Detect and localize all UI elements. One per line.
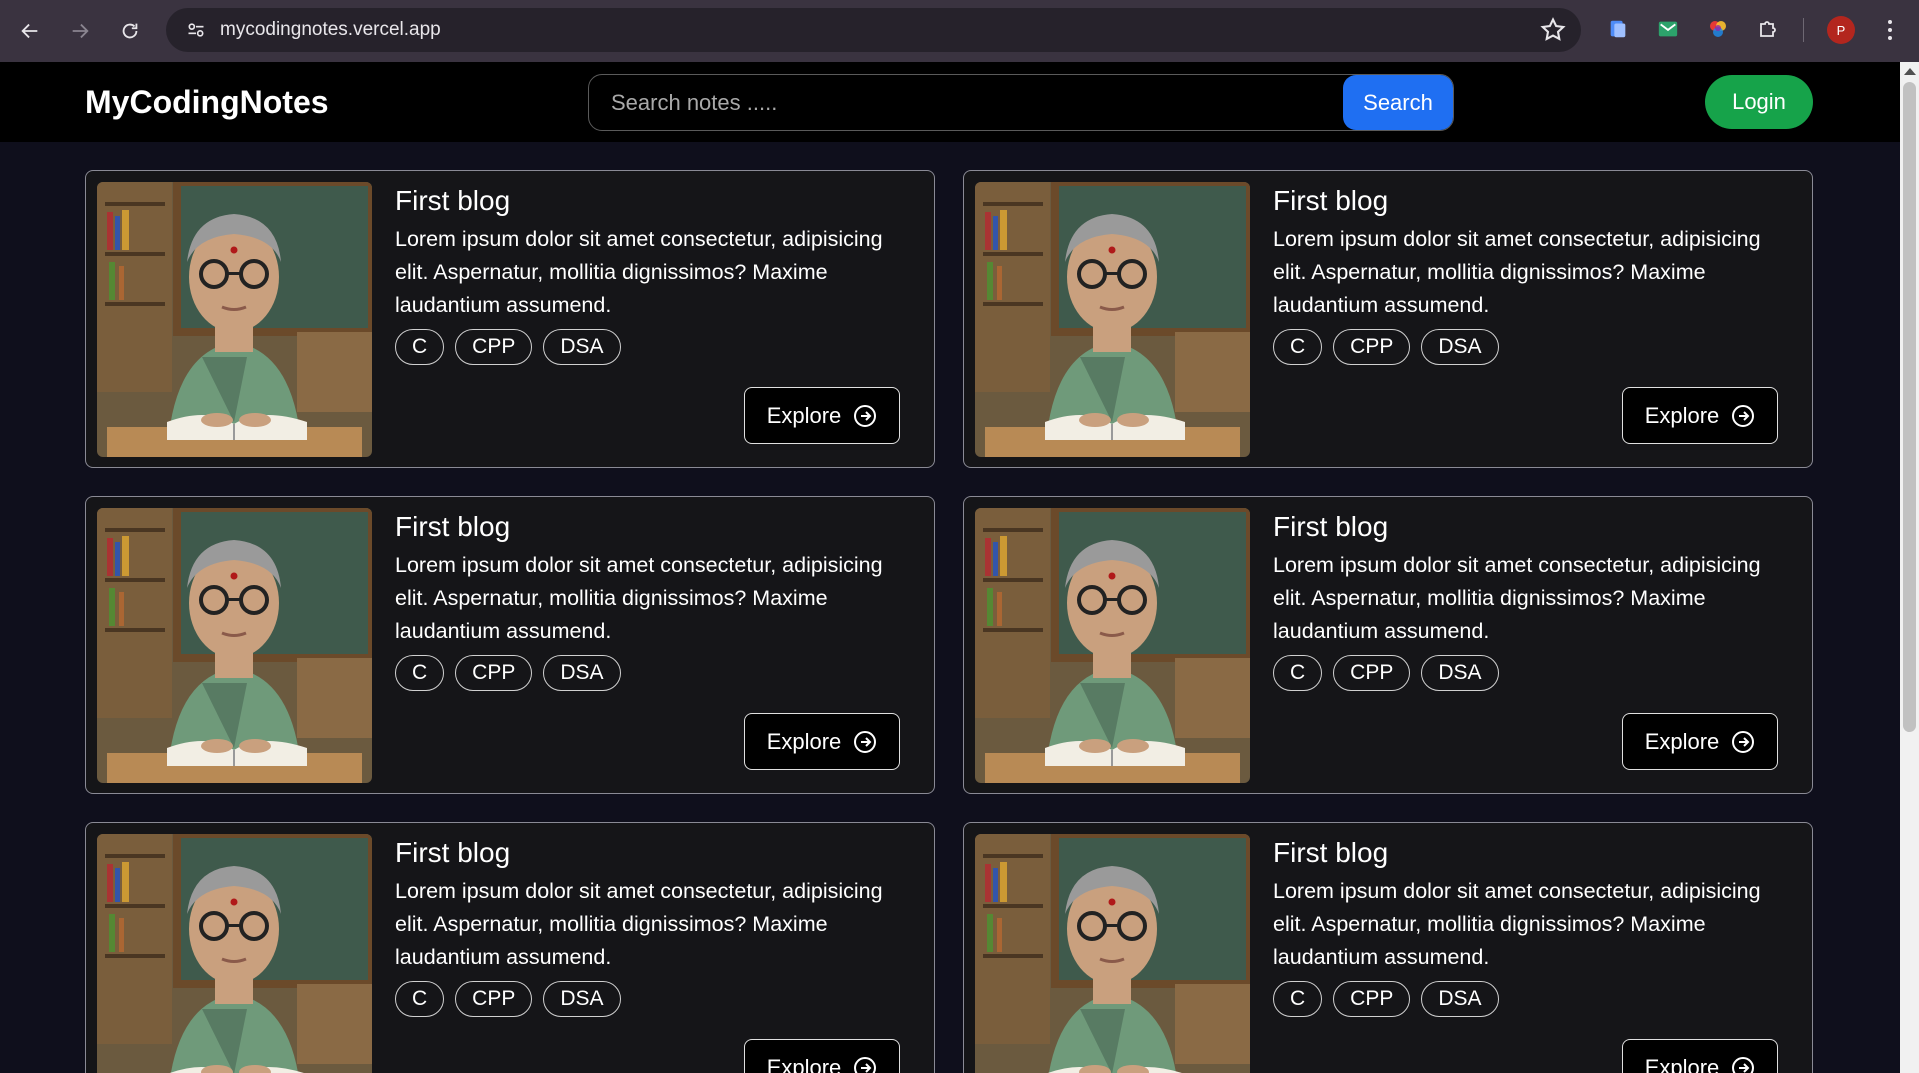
extension-color-icon[interactable] xyxy=(1703,14,1733,44)
reload-icon xyxy=(122,23,138,39)
tag-chip[interactable]: C xyxy=(395,329,445,365)
arrow-circle-right-icon xyxy=(854,404,877,427)
tag-list: C CPP DSA xyxy=(395,981,621,1017)
profile-avatar[interactable]: P xyxy=(1827,16,1855,44)
blog-cover-image xyxy=(97,508,372,783)
card-description: Lorem ipsum dolor sit amet consectetur, … xyxy=(1273,553,1761,643)
tag-chip[interactable]: CPP xyxy=(1333,655,1411,691)
site-header: MyCodingNotes Search Login xyxy=(0,62,1900,142)
card-title: First blog xyxy=(395,837,511,868)
card-title: First blog xyxy=(1273,511,1389,542)
blog-cover-image xyxy=(97,834,372,1073)
blog-cover-image xyxy=(975,182,1250,457)
site-logo[interactable]: MyCodingNotes xyxy=(85,84,329,121)
card-description: Lorem ipsum dolor sit amet consectetur, … xyxy=(395,879,883,969)
arrow-right-icon xyxy=(72,23,89,39)
arrow-circle-right-icon xyxy=(854,730,877,753)
extensions-puzzle-icon[interactable] xyxy=(1753,14,1783,44)
search-input[interactable] xyxy=(589,75,1344,130)
tag-chip[interactable]: C xyxy=(395,655,445,691)
page-viewport: MyCodingNotes Search Login First blog Lo… xyxy=(0,62,1919,1073)
forward-button[interactable] xyxy=(60,11,100,51)
card-description: Lorem ipsum dolor sit amet consectetur, … xyxy=(395,553,883,643)
address-bar[interactable]: mycodingnotes.vercel.app xyxy=(166,8,1581,52)
browser-menu-icon[interactable] xyxy=(1880,16,1900,44)
card-title: First blog xyxy=(1273,837,1389,868)
blog-card: First blog Lorem ipsum dolor sit amet co… xyxy=(85,170,935,468)
browser-toolbar: mycodingnotes.vercel.app P xyxy=(0,0,1919,62)
card-description: Lorem ipsum dolor sit amet consectetur, … xyxy=(1273,879,1761,969)
search-button[interactable]: Search xyxy=(1343,75,1453,130)
explore-button[interactable]: Explore xyxy=(1622,1039,1778,1073)
card-description: Lorem ipsum dolor sit amet consectetur, … xyxy=(1273,227,1761,317)
scroll-up-arrow-icon[interactable] xyxy=(1904,68,1916,75)
arrow-circle-right-icon xyxy=(1732,404,1755,427)
url-text[interactable]: mycodingnotes.vercel.app xyxy=(220,19,441,41)
tag-chip[interactable]: DSA xyxy=(1421,329,1499,365)
blog-card: First blog Lorem ipsum dolor sit amet co… xyxy=(85,822,935,1073)
site-info-button[interactable] xyxy=(176,10,216,50)
tag-chip[interactable]: C xyxy=(1273,655,1323,691)
tag-chip[interactable]: DSA xyxy=(543,655,621,691)
blog-cover-image xyxy=(975,508,1250,783)
arrow-circle-right-icon xyxy=(854,1056,877,1073)
tag-chip[interactable]: DSA xyxy=(543,981,621,1017)
tag-chip[interactable]: C xyxy=(1273,329,1323,365)
scroll-thumb[interactable] xyxy=(1903,82,1916,732)
explore-label: Explore xyxy=(766,728,842,754)
blog-card: First blog Lorem ipsum dolor sit amet co… xyxy=(963,822,1813,1073)
tag-list: C CPP DSA xyxy=(1273,655,1499,691)
explore-button[interactable]: Explore xyxy=(1622,387,1778,444)
card-title: First blog xyxy=(395,185,511,216)
tag-chip[interactable]: DSA xyxy=(1421,655,1499,691)
star-icon[interactable] xyxy=(1539,16,1567,44)
blog-cover-image xyxy=(975,834,1250,1073)
tune-icon xyxy=(188,23,204,37)
blog-card: First blog Lorem ipsum dolor sit amet co… xyxy=(963,496,1813,794)
explore-label: Explore xyxy=(1644,402,1720,428)
tag-chip[interactable]: C xyxy=(1273,981,1323,1017)
tag-list: C CPP DSA xyxy=(1273,981,1499,1017)
card-description: Lorem ipsum dolor sit amet consectetur, … xyxy=(395,227,883,317)
explore-button[interactable]: Explore xyxy=(744,1039,900,1073)
explore-button[interactable]: Explore xyxy=(744,713,900,770)
explore-label: Explore xyxy=(1644,1054,1720,1073)
card-title: First blog xyxy=(1273,185,1389,216)
tag-chip[interactable]: DSA xyxy=(543,329,621,365)
explore-label: Explore xyxy=(766,402,842,428)
reload-button[interactable] xyxy=(110,11,150,51)
login-button[interactable]: Login xyxy=(1705,75,1813,129)
extension-docs-icon[interactable] xyxy=(1603,14,1633,44)
blog-cover-image xyxy=(97,182,372,457)
toolbar-divider xyxy=(1803,18,1804,42)
explore-label: Explore xyxy=(1644,728,1720,754)
extension-mail-icon[interactable] xyxy=(1653,14,1683,44)
search-bar: Search xyxy=(588,74,1454,131)
tag-chip[interactable]: CPP xyxy=(455,981,533,1017)
tag-chip[interactable]: CPP xyxy=(1333,981,1411,1017)
arrow-left-icon xyxy=(21,23,38,39)
tag-list: C CPP DSA xyxy=(395,329,621,365)
tag-chip[interactable]: CPP xyxy=(455,329,533,365)
arrow-circle-right-icon xyxy=(1732,730,1755,753)
tag-list: C CPP DSA xyxy=(395,655,621,691)
explore-button[interactable]: Explore xyxy=(1622,713,1778,770)
tag-chip[interactable]: DSA xyxy=(1421,981,1499,1017)
page-scrollbar[interactable] xyxy=(1900,62,1919,1073)
tag-chip[interactable]: C xyxy=(395,981,445,1017)
card-title: First blog xyxy=(395,511,511,542)
explore-button[interactable]: Explore xyxy=(744,387,900,444)
back-button[interactable] xyxy=(10,11,50,51)
tag-chip[interactable]: CPP xyxy=(1333,329,1411,365)
arrow-circle-right-icon xyxy=(1732,1056,1755,1073)
explore-label: Explore xyxy=(766,1054,842,1073)
blog-card: First blog Lorem ipsum dolor sit amet co… xyxy=(85,496,935,794)
tag-chip[interactable]: CPP xyxy=(455,655,533,691)
blog-card: First blog Lorem ipsum dolor sit amet co… xyxy=(963,170,1813,468)
tag-list: C CPP DSA xyxy=(1273,329,1499,365)
